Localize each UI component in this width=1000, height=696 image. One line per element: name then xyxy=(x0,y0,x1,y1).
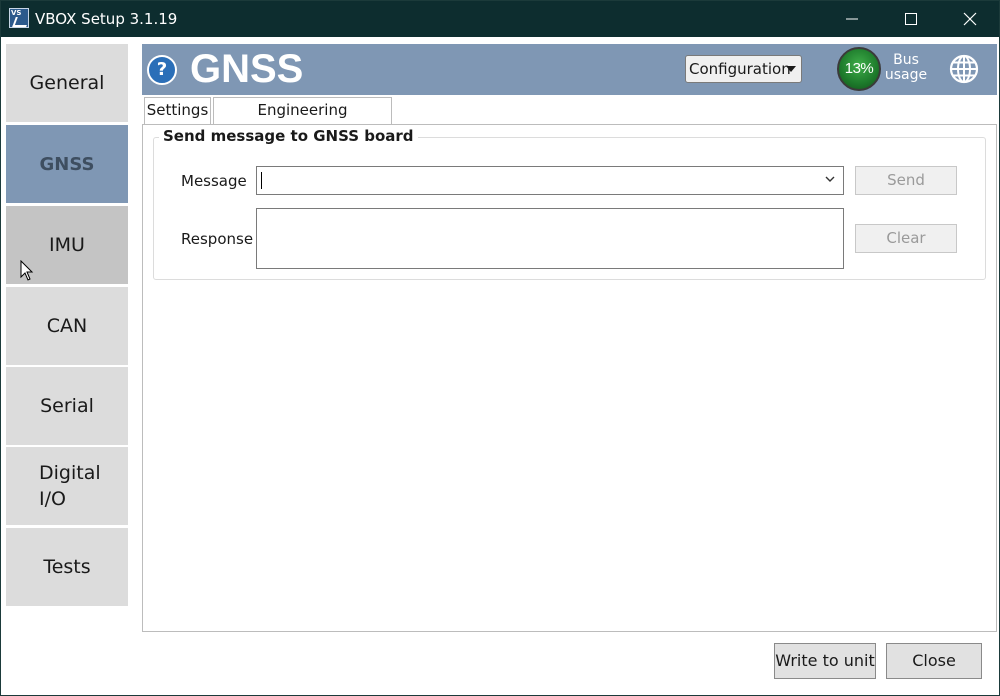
maximize-button[interactable] xyxy=(882,1,940,37)
configuration-value: Configuration xyxy=(689,60,791,78)
clear-button[interactable]: Clear xyxy=(855,224,957,253)
chevron-down-icon xyxy=(786,66,796,72)
message-combobox[interactable] xyxy=(256,166,844,195)
minimize-button[interactable] xyxy=(823,1,881,37)
bus-usage-gauge: 13% xyxy=(837,47,881,91)
write-to-unit-button[interactable]: Write to unit xyxy=(774,643,876,679)
sidebar-item-label: Serial xyxy=(40,395,94,417)
group-title: Send message to GNSS board xyxy=(159,127,418,145)
app-logo-icon: VS xyxy=(9,8,29,28)
sidebar-item-tests[interactable]: Tests xyxy=(6,528,128,606)
sidebar-item-digital-io[interactable]: Digital I/O xyxy=(6,447,128,525)
sidebar-item-label: GNSS xyxy=(39,153,95,175)
sidebar-item-label: General xyxy=(29,72,105,94)
app-window: VS VBOX Setup 3.1.19 General GNSS IMU CA… xyxy=(0,0,1000,696)
page-title: GNSS xyxy=(190,47,304,91)
sidebar-item-label: IMU xyxy=(49,234,85,256)
sidebar-item-serial[interactable]: Serial xyxy=(6,367,128,445)
configuration-dropdown[interactable]: Configuration xyxy=(685,55,802,83)
page-header: ? GNSS Configuration 13% Bus usage xyxy=(142,44,997,95)
response-label: Response xyxy=(181,230,254,248)
chevron-down-icon[interactable] xyxy=(825,175,835,183)
sidebar-item-can[interactable]: CAN xyxy=(6,287,128,365)
text-caret xyxy=(261,172,262,189)
sidebar-item-label: CAN xyxy=(46,315,88,337)
app-logo-text: VS xyxy=(11,9,22,17)
tab-settings[interactable]: Settings xyxy=(144,97,211,124)
close-icon xyxy=(963,12,977,26)
sidebar-item-label: Tests xyxy=(43,556,91,578)
globe-icon[interactable] xyxy=(948,53,980,85)
maximize-icon xyxy=(905,13,917,25)
message-label: Message xyxy=(181,172,247,190)
sidebar-item-label: Digital I/O xyxy=(39,462,101,510)
close-button[interactable]: Close xyxy=(886,643,982,679)
response-textbox[interactable] xyxy=(256,208,844,269)
tab-engineering-diagnostics[interactable]: Engineering diagnostics xyxy=(213,97,392,144)
sidebar-item-gnss[interactable]: GNSS xyxy=(6,125,128,203)
title-bar[interactable]: VS VBOX Setup 3.1.19 xyxy=(1,1,999,37)
sidebar-item-general[interactable]: General xyxy=(6,44,128,122)
send-button[interactable]: Send xyxy=(855,166,957,195)
bus-usage-label: Bus usage xyxy=(884,52,928,83)
mouse-pointer-icon xyxy=(20,260,34,281)
window-title: VBOX Setup 3.1.19 xyxy=(35,10,178,28)
minimize-icon xyxy=(846,18,858,20)
help-icon[interactable]: ? xyxy=(147,55,177,85)
close-window-button[interactable] xyxy=(941,1,999,37)
